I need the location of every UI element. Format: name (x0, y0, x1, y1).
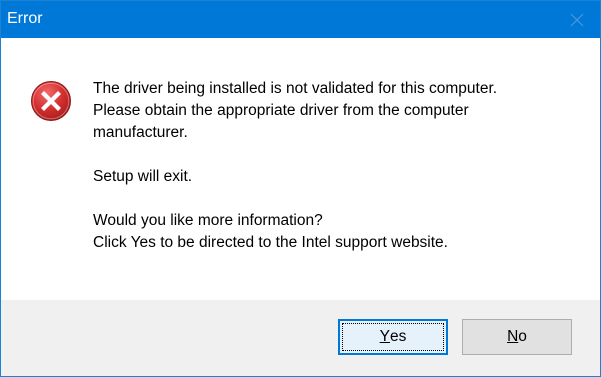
yes-label-rest: es (389, 328, 407, 345)
dialog-content: The driver being installed is not valida… (1, 38, 600, 300)
yes-button[interactable]: Yes (338, 319, 448, 355)
no-label-rest: o (518, 328, 527, 345)
error-icon (31, 81, 71, 121)
no-mnemonic: N (507, 328, 519, 345)
window-title: Error (7, 10, 43, 27)
button-bar: Yes No (1, 300, 600, 376)
title-bar: Error (1, 1, 600, 38)
close-button[interactable] (554, 1, 600, 38)
no-button[interactable]: No (462, 319, 572, 355)
message-paragraph-exit: Setup will exit. (93, 168, 193, 185)
yes-mnemonic: Y (379, 328, 390, 345)
message-paragraph-driver: The driver being installed is not valida… (93, 80, 498, 141)
close-icon (570, 13, 584, 26)
message-paragraph-info: Would you like more information? Click Y… (93, 212, 448, 251)
error-message: The driver being installed is not valida… (93, 78, 583, 254)
error-dialog: Error The driver being installed is not … (0, 0, 601, 377)
